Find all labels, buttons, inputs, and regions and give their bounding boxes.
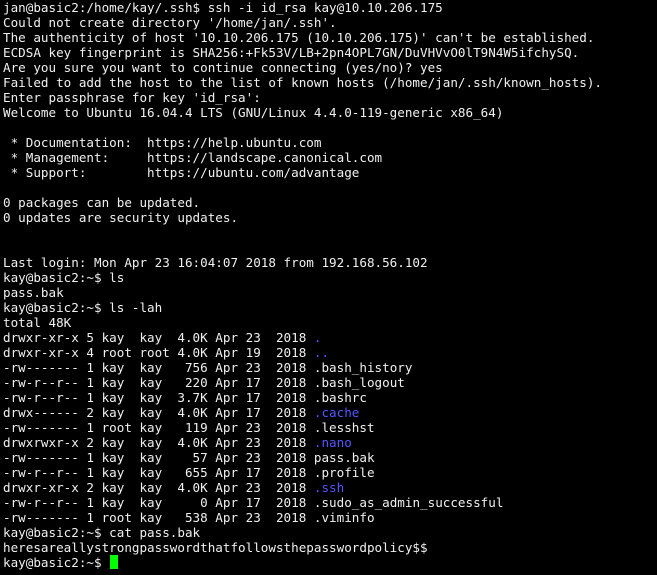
- listing-meta: -rw------- 1 root kay 119 Apr 23 2018: [3, 420, 314, 435]
- listing-row: -rw-r--r-- 1 kay kay 220 Apr 17 2018 .ba…: [3, 375, 657, 390]
- listing-meta: drwxrwxr-x 2 kay kay 4.0K Apr 23 2018: [3, 435, 314, 450]
- shell-prompt: kay@basic2:~$: [3, 555, 110, 570]
- listing-file-name: pass.bak: [313, 450, 375, 465]
- listing-meta: -rw-r--r-- 1 kay kay 220 Apr 17 2018: [3, 375, 314, 390]
- output-line: Are you sure you want to continue connec…: [3, 60, 443, 75]
- output-line: * Management: https://landscape.canonica…: [3, 150, 383, 165]
- listing-file-name: .sudo_as_admin_successful: [313, 495, 504, 510]
- listing-file-name: .profile: [313, 465, 375, 480]
- listing-directory-name: .nano: [313, 435, 352, 450]
- listing-row: -rw------- 1 kay kay 57 Apr 23 2018 pass…: [3, 450, 657, 465]
- output-line: * Documentation: https://help.ubuntu.com: [3, 135, 322, 150]
- output-line: Welcome to Ubuntu 16.04.4 LTS (GNU/Linux…: [3, 105, 504, 120]
- listing-meta: drwxr-xr-x 4 root root 4.0K Apr 19 2018: [3, 345, 314, 360]
- text-cursor: [110, 555, 119, 569]
- ssh-command-line: jan@basic2:/home/kay/.ssh$ ssh -i id_rsa…: [3, 0, 443, 15]
- listing-row: drwx------ 2 kay kay 4.0K Apr 17 2018 .c…: [3, 405, 657, 420]
- listing-meta: -rw-r--r-- 1 kay kay 655 Apr 17 2018: [3, 465, 314, 480]
- listing-row: -rw-r--r-- 1 kay kay 0 Apr 17 2018 .sudo…: [3, 495, 657, 510]
- output-line: total 48K: [3, 315, 72, 330]
- ls-command-line: kay@basic2:~$ ls: [3, 270, 125, 285]
- output-line: Could not create directory '/home/jan/.s…: [3, 15, 337, 30]
- listing-file-name: .bash_history: [313, 360, 413, 375]
- listing-meta: -rw------- 1 kay kay 756 Apr 23 2018: [3, 360, 314, 375]
- cat-command-line: kay@basic2:~$ cat pass.bak: [3, 525, 201, 540]
- output-line: Enter passphrase for key 'id_rsa':: [3, 90, 261, 105]
- listing-directory-name: .ssh: [313, 480, 345, 495]
- listing-meta: drwxr-xr-x 2 kay kay 4.0K Apr 23 2018: [3, 480, 314, 495]
- listing-file-name: .lesshst: [313, 420, 375, 435]
- active-prompt-line[interactable]: kay@basic2:~$: [3, 555, 657, 570]
- ls-lah-command-line: kay@basic2:~$ ls -lah: [3, 300, 163, 315]
- listing-row: drwxr-xr-x 2 kay kay 4.0K Apr 23 2018 .s…: [3, 480, 657, 495]
- listing-row: drwxrwxr-x 2 kay kay 4.0K Apr 23 2018 .n…: [3, 435, 657, 450]
- terminal-window[interactable]: jan@basic2:/home/kay/.ssh$ ssh -i id_rsa…: [0, 0, 657, 575]
- listing-row: drwxr-xr-x 4 root root 4.0K Apr 19 2018 …: [3, 345, 657, 360]
- listing-file-name: .viminfo: [313, 510, 375, 525]
- listing-file-name: .bash_logout: [313, 375, 405, 390]
- output-line: Failed to add the host to the list of kn…: [3, 75, 602, 90]
- listing-meta: -rw------- 1 kay kay 57 Apr 23 2018: [3, 450, 314, 465]
- output-line: 0 updates are security updates.: [3, 210, 239, 225]
- listing-row: -rw------- 1 root kay 119 Apr 23 2018 .l…: [3, 420, 657, 435]
- listing-meta: drwx------ 2 kay kay 4.0K Apr 17 2018: [3, 405, 314, 420]
- listing-file-name: .bashrc: [313, 390, 367, 405]
- listing-row: drwxr-xr-x 5 kay kay 4.0K Apr 23 2018 .: [3, 330, 657, 345]
- listing-row: -rw------- 1 kay kay 756 Apr 23 2018 .ba…: [3, 360, 657, 375]
- output-line: * Support: https://ubuntu.com/advantage: [3, 165, 360, 180]
- listing-meta: -rw-r--r-- 1 kay kay 3.7K Apr 17 2018: [3, 390, 314, 405]
- listing-directory-name: .: [313, 330, 322, 345]
- listing-meta: drwxr-xr-x 5 kay kay 4.0K Apr 23 2018: [3, 330, 314, 345]
- output-line: ECDSA key fingerprint is SHA256:+Fk53V/L…: [3, 45, 580, 60]
- output-line: 0 packages can be updated.: [3, 195, 201, 210]
- output-line: The authenticity of host '10.10.206.175 …: [3, 30, 595, 45]
- listing-meta: -rw-r--r-- 1 kay kay 0 Apr 17 2018: [3, 495, 314, 510]
- listing-directory-name: ..: [313, 345, 330, 360]
- output-line: Last login: Mon Apr 23 16:04:07 2018 fro…: [3, 255, 428, 270]
- output-line: pass.bak: [3, 285, 64, 300]
- listing-meta: -rw------- 1 root kay 538 Apr 23 2018: [3, 510, 314, 525]
- listing-row: -rw-r--r-- 1 kay kay 655 Apr 17 2018 .pr…: [3, 465, 657, 480]
- listing-directory-name: .cache: [313, 405, 360, 420]
- listing-row: -rw-r--r-- 1 kay kay 3.7K Apr 17 2018 .b…: [3, 390, 657, 405]
- password-output-line: heresareallystrongpasswordthatfollowsthe…: [3, 540, 428, 555]
- listing-row: -rw------- 1 root kay 538 Apr 23 2018 .v…: [3, 510, 657, 525]
